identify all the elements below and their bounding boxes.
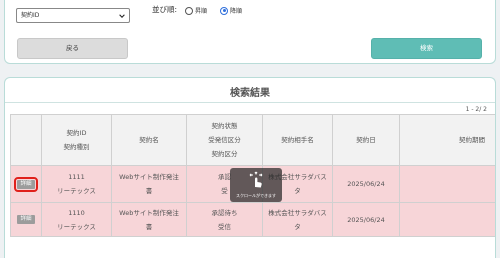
back-button[interactable]: 戻る [17, 38, 128, 59]
sort-asc-option[interactable]: 昇順 [185, 6, 207, 15]
partner-line2: タ [294, 187, 301, 195]
contract-id: 1110 [68, 208, 85, 217]
receive-type: 受信 [218, 222, 231, 231]
contract-name-line2: 書 [145, 187, 153, 195]
header-period-label: 契約期間 [459, 136, 485, 144]
detail-button[interactable]: 詳細 [17, 215, 35, 224]
contract-id: 1111 [68, 173, 85, 181]
table-header-row: 契約ID 契約種別 契約名 契約状態 受発信区分 契約区分 契約相手名 契約日 … [10, 114, 495, 166]
header-date-label: 契約日 [356, 136, 376, 144]
table-row: 詳細 1110 リーテックス Webサイト制作発注 書 承認待ち 受信 株式会社… [10, 203, 495, 237]
header-status: 契約状態 受発信区分 契約区分 [187, 114, 263, 166]
page-count: 1 - 2/ 2 [465, 106, 487, 113]
header-receive-type-label: 受発信区分 [208, 136, 241, 144]
period-cell [400, 166, 495, 203]
contract-id-cell: 1110 リーテックス [42, 203, 112, 237]
results-title: 検索結果 [230, 88, 270, 99]
sort-field-value: 契約ID [21, 12, 40, 19]
date-cell: 2025/06/24 [333, 203, 400, 237]
header-contract-id: 契約ID 契約種別 [42, 114, 112, 166]
search-panel: 契約ID 並び順: 昇順 降順 戻る 検索 [4, 0, 496, 64]
detail-button[interactable]: 詳細 [14, 176, 38, 192]
date-cell: 2025/06/24 [333, 166, 400, 203]
header-contract-name-label: 契約名 [139, 136, 159, 144]
header-date: 契約日 [333, 114, 400, 166]
header-contract-class-label: 契約区分 [211, 150, 238, 158]
results-panel: 検索結果 1 - 2/ 2 契約ID 契約種別 契約名 契約状態 受発信区分 契… [4, 77, 496, 258]
header-contract-id-label: 契約ID [66, 129, 87, 137]
receive-type: 受 [221, 187, 228, 195]
contract-type: リーテックス [57, 187, 96, 195]
sort-field-select[interactable]: 契約ID [16, 8, 130, 23]
sort-desc-option[interactable]: 降順 [220, 6, 242, 15]
sort-order-label: 並び順: [152, 5, 178, 14]
sort-asc-radio[interactable] [185, 6, 193, 15]
search-button[interactable]: 検索 [371, 38, 482, 59]
contract-name-line2: 書 [145, 222, 153, 231]
contract-date: 2025/06/24 [347, 180, 385, 188]
contract-date: 2025/06/24 [347, 215, 385, 224]
period-cell [400, 203, 495, 237]
header-contract-name: 契約名 [112, 114, 187, 166]
scroll-hint-overlay: スクロールができます [230, 168, 282, 202]
contract-name-cell: Webサイト制作発注 書 [112, 166, 187, 203]
header-period: 契約期間 [400, 114, 495, 166]
contract-type: リーテックス [57, 222, 96, 231]
swipe-hand-icon [249, 171, 263, 188]
contract-id-cell: 1111 リーテックス [42, 166, 112, 203]
chevron-down-icon [119, 14, 125, 18]
detail-cell: 詳細 [10, 203, 42, 237]
contract-status: 承認待ち [211, 208, 238, 217]
header-partner-label: 契約相手名 [281, 136, 314, 144]
header-detail [10, 114, 42, 166]
results-divider [5, 102, 495, 103]
sort-desc-radio[interactable] [220, 6, 228, 15]
status-cell: 承認待ち 受信 [187, 203, 263, 237]
contract-name-cell: Webサイト制作発注 書 [112, 203, 187, 237]
sort-asc-label: 昇順 [195, 8, 208, 15]
detail-cell: 詳細 [10, 166, 42, 203]
header-contract-type-label: 契約種別 [63, 143, 90, 151]
partner-line1: 株式会社サラダバス [268, 208, 327, 217]
scroll-hint-text: スクロールができます [236, 193, 276, 198]
header-partner: 契約相手名 [263, 114, 333, 166]
partner-cell: 株式会社サラダバス タ [263, 203, 333, 237]
header-status-label: 契約状態 [211, 122, 238, 130]
partner-line2: タ [294, 222, 301, 231]
contract-name-line1: Webサイト制作発注 [119, 173, 179, 181]
sort-desc-label: 降順 [230, 8, 243, 15]
contract-name-line1: Webサイト制作発注 [119, 208, 179, 217]
